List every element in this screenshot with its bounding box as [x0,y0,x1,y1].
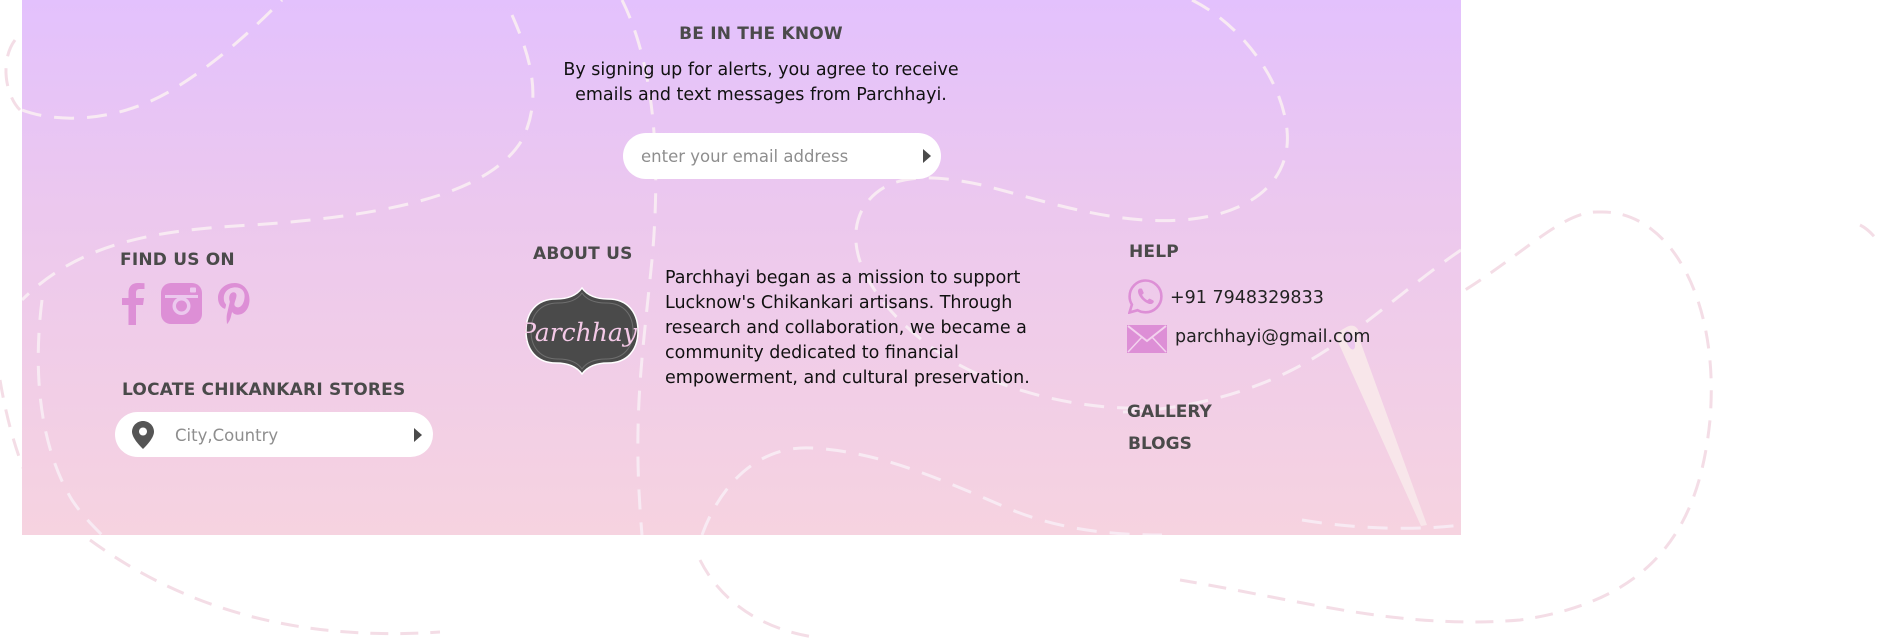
store-locator-field [115,412,433,457]
mail-icon [1127,325,1167,353]
pinterest-icon[interactable] [218,283,252,324]
whatsapp-icon [1128,279,1163,314]
email-signup-field [623,133,941,179]
about-us-text: Parchhayi began as a mission to support … [665,268,1030,388]
newsletter-title: BE IN THE KNOW [679,24,843,44]
find-us-title: FIND US ON [120,250,235,270]
newsletter-description: By signing up for alerts, you agree to r… [563,60,959,105]
instagram-icon[interactable] [161,283,202,324]
logo-wordmark: Parchhayi [524,318,640,347]
facebook-icon[interactable] [118,283,146,325]
help-phone[interactable]: +91 7948329833 [1170,288,1324,308]
city-country-input[interactable] [175,422,385,448]
location-pin-icon [132,421,154,449]
email-input[interactable] [641,143,891,169]
about-us-title: ABOUT US [533,244,633,264]
email-submit-arrow-icon[interactable] [920,147,934,165]
site-footer: BE IN THE KNOW By signing up for alerts,… [22,0,1461,535]
locate-submit-arrow-icon[interactable] [411,426,425,444]
help-title: HELP [1129,242,1179,262]
gallery-link[interactable]: GALLERY [1127,402,1212,422]
blogs-link[interactable]: BLOGS [1128,434,1192,454]
parchhayi-logo: Parchhayi [524,287,640,375]
locate-stores-title: LOCATE CHIKANKARI STORES [122,380,406,400]
help-email[interactable]: parchhayi@gmail.com [1175,327,1370,347]
needle-illustration [1337,325,1427,526]
